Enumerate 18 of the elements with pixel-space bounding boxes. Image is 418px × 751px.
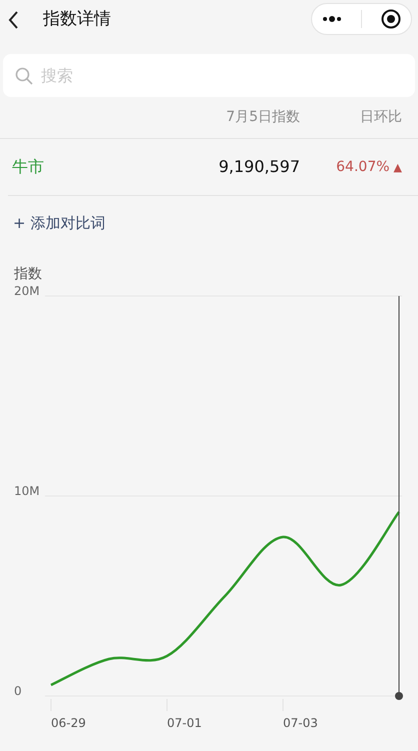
x-tick-label: 06-29 <box>51 716 86 730</box>
x-tick-label: 07-01 <box>167 716 202 730</box>
y-tick-label: 20M <box>14 284 40 298</box>
y-tick-label: 0 <box>14 684 22 698</box>
back-icon[interactable] <box>8 11 19 29</box>
more-icon[interactable] <box>322 16 342 22</box>
column-header: 7月5日指数 <box>225 108 300 127</box>
capsule-menu[interactable] <box>311 3 412 35</box>
search-icon <box>15 67 33 85</box>
chart-label: 指数 <box>14 265 43 284</box>
page-title: 指数详情 <box>43 8 111 32</box>
x-tick-label: 07-03 <box>283 716 318 730</box>
add-compare-link[interactable]: + 添加对比词 <box>13 212 106 234</box>
y-tick-label: 10M <box>14 484 40 498</box>
trend-arrow: ▲ <box>394 160 402 174</box>
change-value: 64.07% <box>336 158 390 174</box>
column-header: 日环比 <box>359 108 403 127</box>
index-value: 9,190,597 <box>218 156 300 178</box>
